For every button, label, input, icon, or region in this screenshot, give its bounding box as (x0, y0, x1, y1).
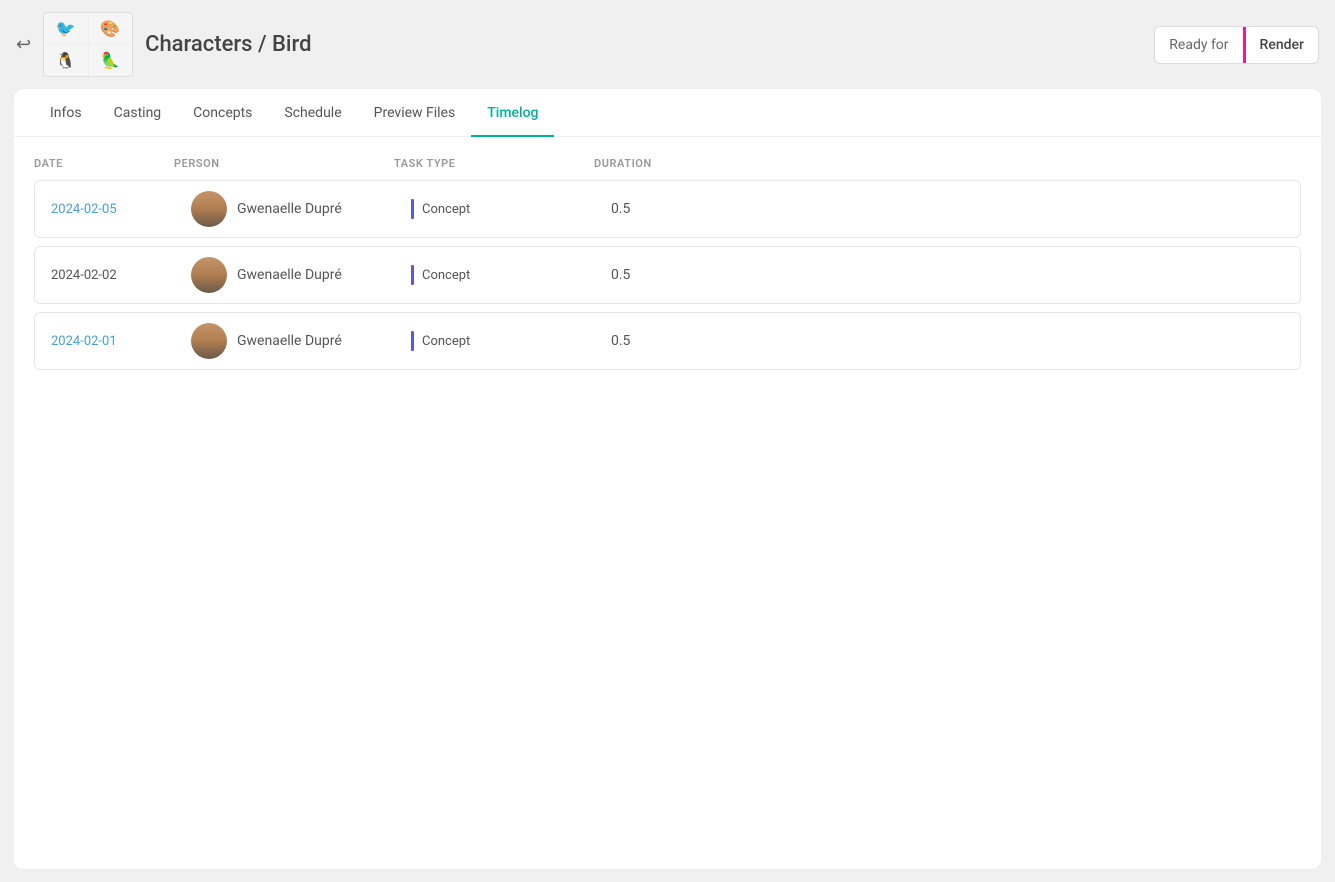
page-title: Characters / Bird (145, 32, 1142, 57)
tab-schedule[interactable]: Schedule (268, 89, 357, 137)
person-name: Gwenaelle Dupré (237, 267, 342, 283)
thumb-cell-3: 🐧 (44, 45, 88, 76)
status-value[interactable]: Render (1246, 29, 1318, 61)
avatar (191, 191, 227, 227)
task-cell: Concept (395, 321, 595, 361)
tab-infos[interactable]: Infos (34, 89, 98, 137)
table-row: 2024-02-02 Gwenaelle Dupré Concept 0.5 (34, 246, 1301, 304)
main-card: Infos Casting Concepts Schedule Preview … (14, 89, 1321, 869)
person-cell: Gwenaelle Dupré (175, 313, 395, 369)
col-header-date: DATE (34, 157, 174, 170)
status-area: Ready for Render (1154, 26, 1319, 64)
task-cell: Concept (395, 255, 595, 295)
status-label: Ready for (1155, 29, 1242, 61)
entity-thumbnail[interactable]: 🐦 🎨 🐧 🦜 (43, 12, 133, 77)
thumb-cell-1: 🐦 (44, 13, 88, 44)
table-row: 2024-02-05 Gwenaelle Dupré Concept 0.5 (34, 180, 1301, 238)
date-cell[interactable]: 2024-02-05 (35, 192, 175, 227)
task-type-label: Concept (422, 334, 470, 349)
task-type-label: Concept (422, 202, 470, 217)
table-row: 2024-02-01 Gwenaelle Dupré Concept 0.5 (34, 312, 1301, 370)
tab-preview-files[interactable]: Preview Files (358, 89, 472, 137)
tabs-bar: Infos Casting Concepts Schedule Preview … (14, 89, 1321, 137)
task-type-bar (411, 199, 414, 219)
person-name: Gwenaelle Dupré (237, 333, 342, 349)
table-header: DATE PERSON TASK TYPE DURATION (34, 147, 1301, 180)
thumb-cell-2: 🎨 (89, 13, 133, 44)
col-header-duration: DURATION (594, 157, 1301, 170)
thumb-cell-4: 🦜 (89, 45, 133, 76)
avatar-image (191, 191, 227, 227)
person-cell: Gwenaelle Dupré (175, 247, 395, 303)
avatar (191, 323, 227, 359)
avatar-image (191, 323, 227, 359)
person-cell: Gwenaelle Dupré (175, 181, 395, 237)
date-cell[interactable]: 2024-02-01 (35, 324, 175, 359)
duration-cell: 0.5 (595, 323, 1300, 359)
col-header-person: PERSON (174, 157, 394, 170)
duration-cell: 0.5 (595, 257, 1300, 293)
tab-timelog[interactable]: Timelog (471, 89, 554, 137)
duration-cell: 0.5 (595, 191, 1300, 227)
avatar (191, 257, 227, 293)
date-cell: 2024-02-02 (35, 258, 175, 293)
timelog-table: DATE PERSON TASK TYPE DURATION 2024-02-0… (14, 137, 1321, 388)
task-cell: Concept (395, 189, 595, 229)
col-header-task-type: TASK TYPE (394, 157, 594, 170)
top-bar: ↩ 🐦 🎨 🐧 🦜 Characters / Bird Ready for Re… (0, 0, 1335, 89)
avatar-image (191, 257, 227, 293)
task-type-bar (411, 265, 414, 285)
person-name: Gwenaelle Dupré (237, 201, 342, 217)
task-type-label: Concept (422, 268, 470, 283)
back-button[interactable]: ↩ (16, 34, 31, 55)
tab-casting[interactable]: Casting (98, 89, 178, 137)
task-type-bar (411, 331, 414, 351)
tab-concepts[interactable]: Concepts (177, 89, 268, 137)
